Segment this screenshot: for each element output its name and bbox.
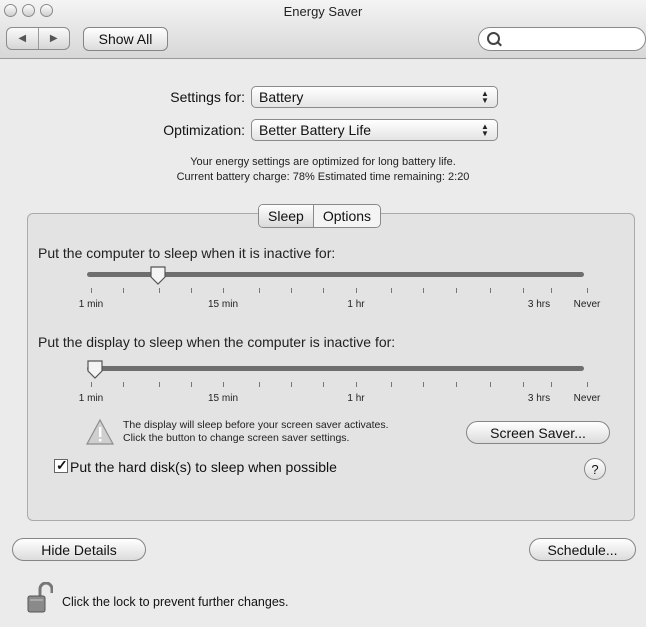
checkmark-icon: ✓ <box>56 457 68 473</box>
display-sleep-tick-mark <box>356 382 357 387</box>
hard-disk-sleep-checkbox[interactable]: ✓ <box>54 457 68 473</box>
display-sleep-tick-mark <box>523 382 524 387</box>
display-sleep-tick-mark <box>551 382 552 387</box>
display-sleep-tick-label: Never <box>573 393 601 404</box>
schedule-button[interactable]: Schedule... <box>529 538 636 561</box>
computer-sleep-tick-mark <box>223 288 224 293</box>
display-sleep-tick-mark <box>223 382 224 387</box>
computer-sleep-tick-label: Never <box>573 299 601 310</box>
hard-disk-sleep-label[interactable]: Put the hard disk(s) to sleep when possi… <box>70 459 337 475</box>
computer-sleep-tick-label: 15 min <box>207 299 239 310</box>
computer-sleep-tick-mark <box>356 288 357 293</box>
computer-sleep-heading: Put the computer to sleep when it is ina… <box>38 245 336 261</box>
display-sleep-tick-mark <box>391 382 392 387</box>
optimization-popup[interactable]: Better Battery Life ▲ ▼ <box>251 119 498 141</box>
computer-sleep-tick-mark <box>191 288 192 293</box>
display-sleep-tick-label: 1 hr <box>347 393 365 404</box>
warning-icon <box>85 418 115 445</box>
tab-options[interactable]: Options <box>314 205 380 227</box>
forward-button[interactable]: ▶ <box>39 28 70 49</box>
settings-for-value: Battery <box>259 89 304 105</box>
computer-sleep-tick-label: 1 min <box>78 299 104 310</box>
computer-sleep-tick-mark <box>391 288 392 293</box>
computer-sleep-tick-mark <box>523 288 524 293</box>
display-sleep-tick-mark <box>490 382 491 387</box>
display-sleep-tick-mark <box>191 382 192 387</box>
search-icon <box>487 32 500 45</box>
computer-sleep-tick-label: 1 hr <box>347 299 365 310</box>
show-all-button[interactable]: Show All <box>83 27 168 51</box>
computer-sleep-tick-mark <box>159 288 160 293</box>
display-sleep-tick-mark <box>423 382 424 387</box>
computer-sleep-tick-label: 3 hrs <box>527 299 551 310</box>
optimization-label: Optimization: <box>163 122 245 138</box>
tab-bar: Sleep Options <box>258 204 382 228</box>
warning-line-2: Click the button to change screen saver … <box>123 432 350 444</box>
display-sleep-slider-track[interactable] <box>87 366 584 371</box>
optimization-value: Better Battery Life <box>259 122 372 138</box>
settings-for-popup[interactable]: Battery ▲ ▼ <box>251 86 498 108</box>
display-sleep-tick-mark <box>91 382 92 387</box>
screen-saver-button[interactable]: Screen Saver... <box>466 421 610 444</box>
computer-sleep-tick-mark <box>259 288 260 293</box>
popup-arrows-icon: ▲ ▼ <box>481 122 489 138</box>
computer-sleep-tick-mark <box>551 288 552 293</box>
computer-sleep-tick-mark <box>490 288 491 293</box>
display-sleep-tick-label: 3 hrs <box>527 393 551 404</box>
computer-sleep-tick-mark <box>291 288 292 293</box>
search-field[interactable] <box>478 27 646 51</box>
computer-sleep-tick-mark <box>423 288 424 293</box>
popup-arrows-icon: ▲ ▼ <box>481 89 489 105</box>
display-sleep-tick-mark <box>123 382 124 387</box>
title-bar: Energy Saver ◀ ▶ Show All <box>0 0 646 59</box>
window-title: Energy Saver <box>283 4 363 19</box>
display-sleep-tick-label: 1 min <box>78 393 104 404</box>
computer-sleep-tick-mark <box>323 288 324 293</box>
display-sleep-tick-label: 15 min <box>207 393 239 404</box>
hide-details-button[interactable]: Hide Details <box>12 538 146 561</box>
info-line-1: Your energy settings are optimized for l… <box>190 156 456 168</box>
help-button[interactable]: ? <box>584 458 606 480</box>
display-sleep-tick-mark <box>259 382 260 387</box>
energy-saver-window: Energy Saver ◀ ▶ Show All Settings for: … <box>0 0 646 627</box>
settings-for-label: Settings for: <box>170 89 245 105</box>
display-sleep-tick-mark <box>159 382 160 387</box>
computer-sleep-tick-mark <box>587 288 588 293</box>
display-sleep-tick-mark <box>587 382 588 387</box>
display-sleep-tick-mark <box>291 382 292 387</box>
computer-sleep-tick-mark <box>91 288 92 293</box>
lock-icon[interactable] <box>27 582 53 614</box>
lock-message: Click the lock to prevent further change… <box>62 595 289 609</box>
display-sleep-tick-mark <box>323 382 324 387</box>
display-sleep-slider-thumb[interactable] <box>87 360 103 380</box>
warning-text: The display will sleep before your scree… <box>123 419 389 445</box>
info-line-2: Current battery charge: 78% Estimated ti… <box>176 171 470 183</box>
display-sleep-heading: Put the display to sleep when the comput… <box>38 334 396 350</box>
computer-sleep-tick-mark <box>123 288 124 293</box>
computer-sleep-slider-thumb[interactable] <box>150 266 166 286</box>
warning-line-1: The display will sleep before your scree… <box>123 419 389 431</box>
back-forward-control[interactable]: ◀ ▶ <box>6 27 70 50</box>
tab-sleep[interactable]: Sleep <box>259 205 314 227</box>
computer-sleep-tick-mark <box>456 288 457 293</box>
back-button[interactable]: ◀ <box>7 28 39 49</box>
display-sleep-tick-mark <box>456 382 457 387</box>
